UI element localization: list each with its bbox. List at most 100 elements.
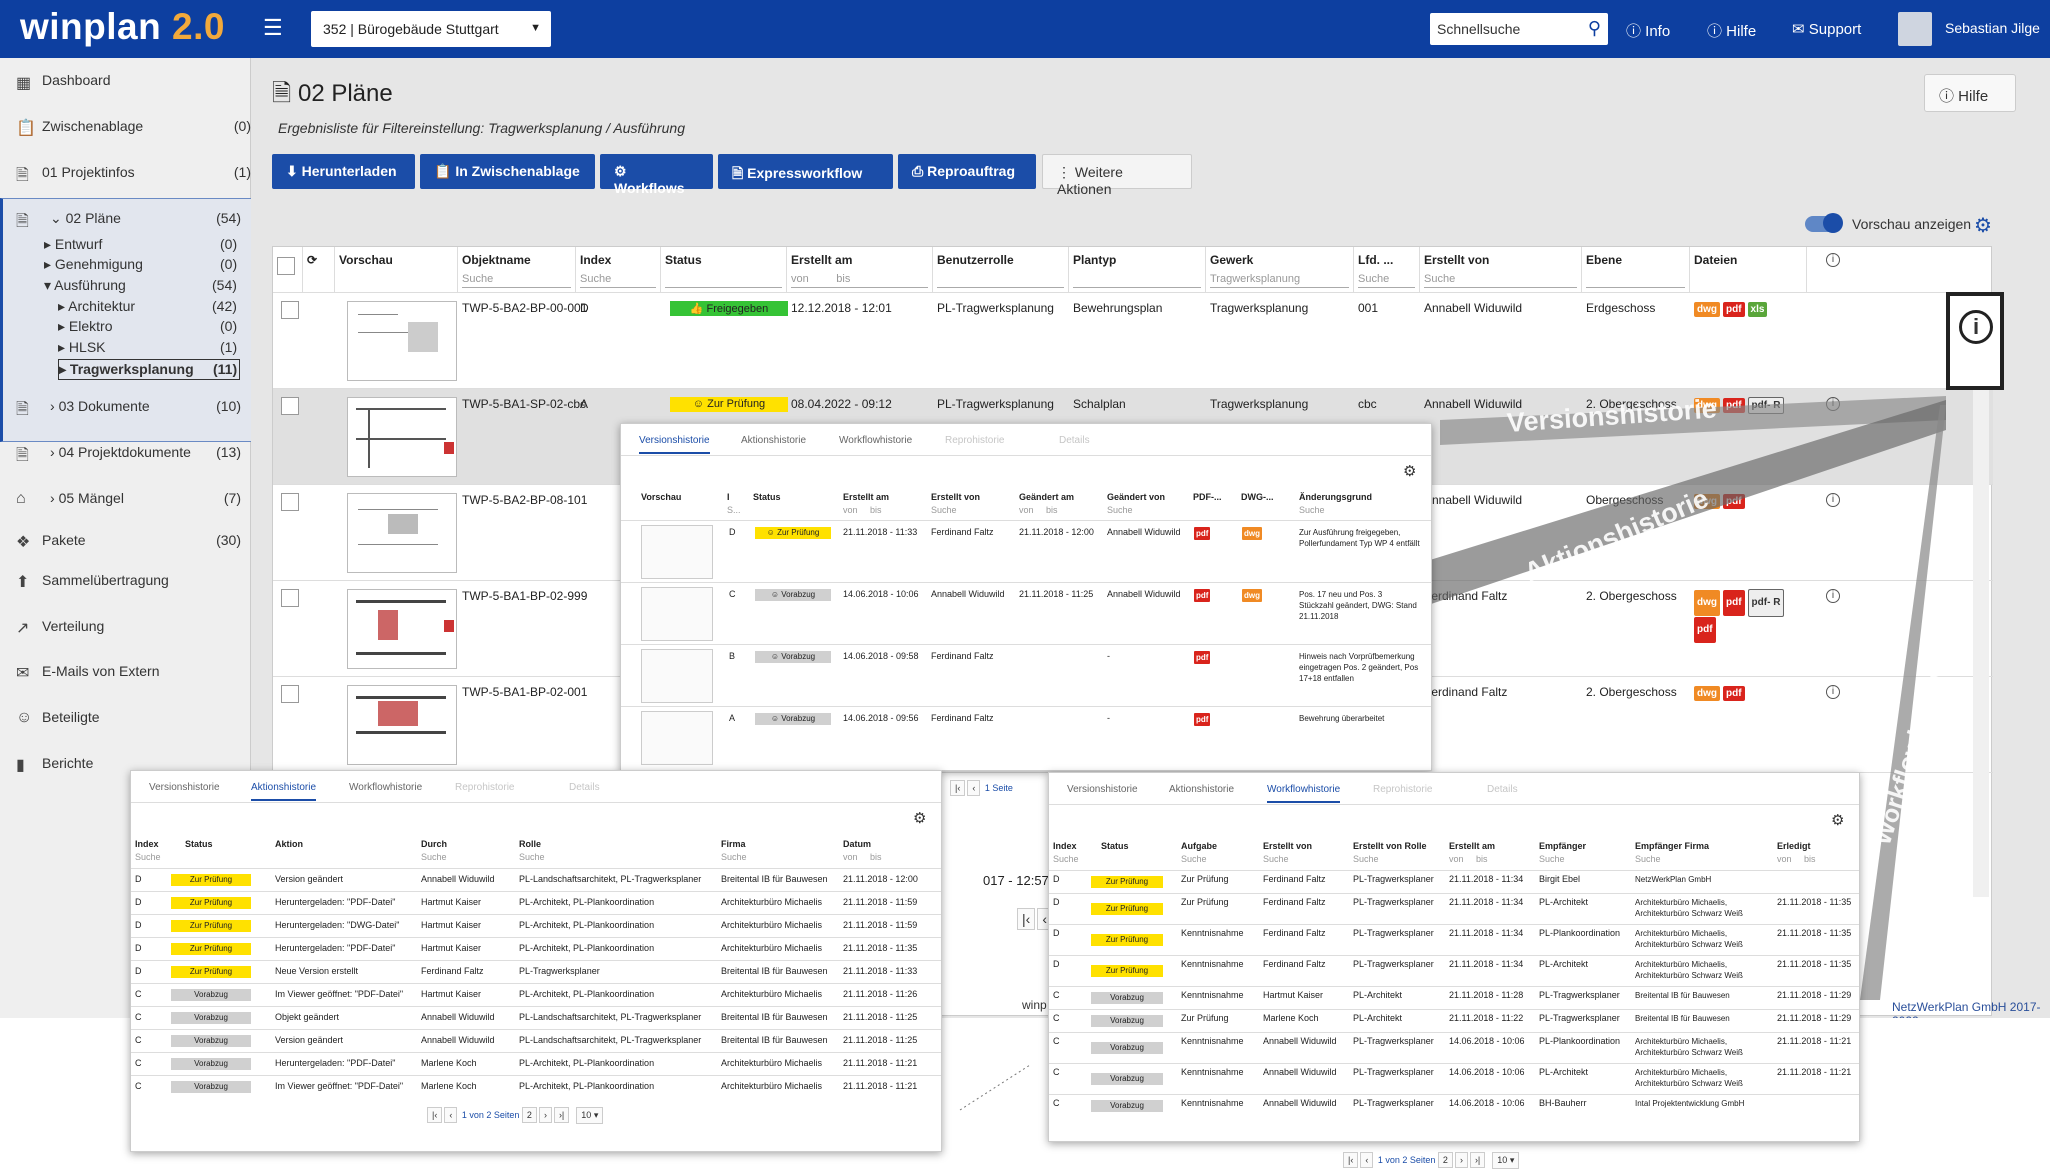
dwg-file-icon[interactable]: dwg: [1694, 686, 1720, 701]
col-erstellt-von[interactable]: Erstellt von Suche: [1420, 247, 1582, 292]
tab-versionshistorie[interactable]: Versionshistorie: [149, 782, 220, 793]
plan-thumbnail[interactable]: [347, 301, 457, 381]
tab-reprohistorie[interactable]: Reprohistorie: [945, 435, 1004, 446]
col-firma[interactable]: Firma Suche: [721, 839, 747, 862]
tab-reprohistorie[interactable]: Reprohistorie: [1373, 784, 1432, 795]
col-lfd[interactable]: Lfd. ... Suche: [1354, 247, 1420, 292]
pdf-file-icon[interactable]: pdf: [1194, 589, 1211, 602]
col-aufgabe[interactable]: Aufgabe Suche: [1181, 841, 1217, 864]
plan-thumbnail[interactable]: [641, 587, 713, 641]
row-checkbox[interactable]: [281, 301, 299, 319]
expressworkflow-button[interactable]: 🗎 Expressworkflow: [718, 154, 893, 189]
tab-reprohistorie[interactable]: Reprohistorie: [455, 782, 514, 793]
sidebar-item-dashboard[interactable]: Dashboard: [42, 72, 111, 88]
help-link[interactable]: ⓘ Hilfe: [1707, 20, 1756, 41]
table-row[interactable]: TWP-5-BA2-BP-00-001 D 👍 Freigegeben 12.1…: [273, 292, 1993, 388]
sidebar-item-projektdokumente[interactable]: › 04 Projektdokumente (13): [50, 444, 241, 460]
tree-item-hlsk[interactable]: ▸ HLSK (1): [58, 339, 248, 356]
tab-workflowhistorie[interactable]: Workflowhistorie: [349, 782, 422, 793]
objektname[interactable]: TWP-5-BA1-BP-02-001: [462, 685, 587, 699]
info-link[interactable]: ⓘ Info: [1626, 20, 1670, 41]
sidebar-item-verteilung[interactable]: Verteilung: [42, 618, 104, 634]
pdf-file-icon[interactable]: pdf: [1723, 686, 1745, 701]
sidebar-item-beteiligte[interactable]: Beteiligte: [42, 709, 100, 725]
table-row[interactable]: C ☺ Vorabzug 14.06.2018 - 10:06 Annabell…: [621, 582, 1431, 644]
table-row[interactable]: D Zur Prüfung Kenntnisnahme Ferdinand Faltz…: [1049, 955, 1859, 986]
plan-thumbnail[interactable]: [347, 685, 457, 765]
select-all-checkbox[interactable]: [273, 247, 303, 292]
quick-search-input[interactable]: Schnellsuche ⚲: [1430, 13, 1608, 45]
pdf-file-icon[interactable]: pdf: [1194, 713, 1211, 726]
sidebar-item-berichte[interactable]: Berichte: [42, 755, 93, 771]
plan-thumbnail[interactable]: [641, 711, 713, 765]
col-dateien[interactable]: Dateien: [1690, 247, 1807, 292]
pdf-file-icon[interactable]: pdf: [1194, 527, 1211, 540]
pdf-file-icon[interactable]: pdf: [1694, 617, 1716, 643]
tree-item-tragwerksplanung[interactable]: ▸ Tragwerksplanung (11): [58, 359, 240, 380]
col-gewerk[interactable]: Gewerk Tragwerksplanung: [1206, 247, 1354, 292]
pdf-file-icon[interactable]: pdf: [1723, 590, 1745, 616]
table-row[interactable]: D Zur Prüfung Heruntergeladen: "DWG-Datei"…: [131, 914, 941, 937]
col-erstellt-am[interactable]: Erstellt am von bis: [787, 247, 933, 292]
gear-icon[interactable]: ⚙: [913, 809, 926, 827]
dwg-file-icon[interactable]: dwg: [1242, 589, 1262, 602]
project-select[interactable]: 352 | Bürogebäude Stuttgart ▼: [311, 11, 551, 47]
table-row[interactable]: D Zur Prüfung Zur Prüfung Ferdinand Faltz PL…: [1049, 870, 1859, 893]
table-row[interactable]: D Zur Prüfung Heruntergeladen: "PDF-Datei"…: [131, 891, 941, 914]
info-icon-highlight[interactable]: i: [1946, 292, 2004, 390]
more-actions-button[interactable]: ⋮ Weitere Aktionen: [1042, 154, 1192, 197]
workflow-pager[interactable]: |‹ ‹ 1 von 2 Seiten 2 › ›| 10 ▾: [1343, 1152, 1521, 1169]
col-preview[interactable]: Vorschau: [335, 247, 458, 292]
col-erstellt-von[interactable]: Erstellt von Suche: [931, 492, 980, 515]
pdf-file-icon[interactable]: pdf: [1723, 398, 1745, 413]
col-dwg[interactable]: DWG-...: [1241, 492, 1274, 502]
table-row[interactable]: C Vorabzug Kenntnisnahme Hartmut Kaiser PL-A…: [1049, 986, 1859, 1009]
version-pager[interactable]: |‹ ‹ 1 Seite: [950, 780, 1013, 796]
table-row[interactable]: D Zur Prüfung Zur Prüfung Ferdinand Faltz PL…: [1049, 893, 1859, 924]
table-row[interactable]: C Vorabzug Kenntnisnahme Annabell Widuwild P…: [1049, 1032, 1859, 1063]
reproauftrag-button[interactable]: ⎙ Reproauftrag: [898, 154, 1036, 189]
preview-toggle[interactable]: [1805, 213, 1843, 233]
table-row[interactable]: C Vorabzug Objekt geändert Annabell Widuwil…: [131, 1006, 941, 1029]
col-index[interactable]: Index Suche: [135, 839, 161, 862]
objektname[interactable]: TWP-5-BA1-SP-02-cbc: [462, 397, 586, 411]
table-row[interactable]: C Vorabzug Kenntnisnahme Annabell Widuwild P…: [1049, 1063, 1859, 1094]
col-aenderungsgrund[interactable]: Änderungsgrund Suche: [1299, 492, 1372, 515]
sidebar-item-sammeluebertragung[interactable]: Sammelübertragung: [42, 572, 169, 588]
info-icon[interactable]: i: [1826, 493, 1840, 507]
xls-file-icon[interactable]: xls: [1747, 302, 1768, 317]
col-vorschau[interactable]: Vorschau: [641, 492, 681, 502]
sidebar-item-zwischenablage[interactable]: Zwischenablage (0): [42, 118, 251, 134]
col-erstellt-von[interactable]: Erstellt von Suche: [1263, 841, 1312, 864]
objektname[interactable]: TWP-5-BA2-BP-08-101: [462, 493, 587, 507]
dwg-file-icon[interactable]: dwg: [1242, 527, 1262, 540]
objektname[interactable]: TWP-5-BA1-BP-02-999: [462, 589, 587, 603]
gear-icon[interactable]: ⚙: [1403, 462, 1416, 480]
row-checkbox[interactable]: [281, 397, 299, 415]
table-row[interactable]: C Vorabzug Im Viewer geöffnet: "PDF-Datei"…: [131, 983, 941, 1006]
dwg-file-icon[interactable]: dwg: [1694, 590, 1720, 616]
sidebar-item-dokumente[interactable]: › 03 Dokumente (10): [50, 398, 241, 414]
col-pdf[interactable]: PDF-...: [1193, 492, 1222, 502]
table-row[interactable]: D Zur Prüfung Kenntnisnahme Ferdinand Faltz…: [1049, 924, 1859, 955]
col-aktion[interactable]: Aktion: [275, 839, 303, 849]
search-icon[interactable]: ⚲: [1588, 18, 1601, 39]
tab-details[interactable]: Details: [569, 782, 600, 793]
tree-item-elektro[interactable]: ▸ Elektro (0): [58, 318, 248, 335]
col-rolle[interactable]: Rolle Suche: [519, 839, 545, 862]
table-row[interactable]: C Vorabzug Kenntnisnahme Annabell Widuwild P…: [1049, 1094, 1859, 1117]
col-datum[interactable]: Datum von bis: [843, 839, 882, 862]
help-button[interactable]: ⓘ Hilfe: [1924, 74, 2016, 112]
action-pager[interactable]: |‹ ‹ 1 von 2 Seiten 2 › ›| 10 ▾: [427, 1107, 605, 1124]
table-row[interactable]: C Vorabzug Zur Prüfung Marlene Koch PL-Archi…: [1049, 1009, 1859, 1032]
app-logo[interactable]: winplan 2.0: [20, 6, 225, 48]
col-index[interactable]: Index Suche: [1053, 841, 1079, 864]
col-ebene[interactable]: Ebene: [1582, 247, 1690, 292]
col-erledigt[interactable]: Erledigt von bis: [1777, 841, 1816, 864]
col-geaendert-am[interactable]: Geändert am von bis: [1019, 492, 1074, 515]
row-checkbox[interactable]: [281, 589, 299, 607]
pdf-review-icon[interactable]: pdf- R: [1747, 589, 1785, 617]
col-index[interactable]: I S...: [727, 492, 741, 515]
info-icon[interactable]: i: [1826, 685, 1840, 699]
tab-aktionshistorie[interactable]: Aktionshistorie: [1169, 784, 1234, 795]
